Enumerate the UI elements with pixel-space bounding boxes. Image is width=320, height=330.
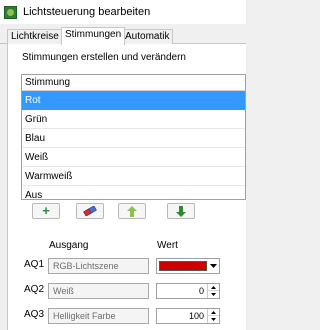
ausgang-field-aq1: RGB-Lichtszene xyxy=(48,258,149,274)
tab-lichtkreise[interactable]: Lichtkreise xyxy=(7,29,63,44)
chevron-down-icon[interactable] xyxy=(207,259,219,273)
color-swatch xyxy=(159,261,207,271)
move-up-button[interactable] xyxy=(118,203,146,219)
list-item-aus[interactable]: Aus xyxy=(22,186,245,199)
section-label: Stimmungen erstellen und verändern xyxy=(22,52,186,63)
app-icon xyxy=(4,5,17,19)
eraser-icon xyxy=(83,206,97,216)
ausgang-field-aq3: Helligkeit Farbe xyxy=(48,308,149,324)
wert-value-aq3[interactable]: 100 xyxy=(157,309,207,323)
output-label-aq1: AQ1 xyxy=(24,259,45,270)
delete-stimmung-button[interactable] xyxy=(76,203,104,219)
column-header-ausgang: Ausgang xyxy=(49,240,89,251)
wert-value-aq2[interactable]: 0 xyxy=(157,284,207,298)
list-item-blau[interactable]: Blau xyxy=(22,129,245,148)
spin-up-icon[interactable] xyxy=(208,284,219,291)
list-item-warmweiss[interactable]: Warmweiß xyxy=(22,167,245,186)
wert-spinner-aq2[interactable]: 0 xyxy=(156,283,220,299)
column-header-wert: Wert xyxy=(157,240,178,251)
spin-down-icon[interactable] xyxy=(208,316,219,323)
tab-bar: Lichtkreise Stimmungen Automatik xyxy=(0,27,246,45)
output-label-aq3: AQ3 xyxy=(24,309,45,320)
list-header-stimmung[interactable]: Stimmung xyxy=(22,75,245,91)
arrow-down-icon xyxy=(176,205,186,217)
arrow-up-icon xyxy=(127,205,137,217)
title-bar: Lichtsteuerung bearbeiten xyxy=(0,0,246,24)
list-item-weiss[interactable]: Weiß xyxy=(22,148,245,167)
tab-stimmungen[interactable]: Stimmungen xyxy=(61,27,126,45)
tab-automatik[interactable]: Automatik xyxy=(121,29,174,44)
plus-icon: + xyxy=(42,203,50,218)
stimmungen-list[interactable]: Stimmung Rot Grün Blau Weiß Warmweiß Aus xyxy=(21,74,246,200)
color-picker-aq1[interactable] xyxy=(156,258,220,274)
list-item-gruen[interactable]: Grün xyxy=(22,110,245,129)
move-down-button[interactable] xyxy=(167,203,195,219)
add-stimmung-button[interactable]: + xyxy=(32,203,60,219)
wert-spinner-aq3[interactable]: 100 xyxy=(156,308,220,324)
spin-up-icon[interactable] xyxy=(208,309,219,316)
ausgang-field-aq2: Weiß xyxy=(48,283,149,299)
output-label-aq2: AQ2 xyxy=(24,284,45,295)
spin-down-icon[interactable] xyxy=(208,291,219,298)
list-item-rot[interactable]: Rot xyxy=(22,91,245,110)
window-title: Lichtsteuerung bearbeiten xyxy=(23,6,151,18)
